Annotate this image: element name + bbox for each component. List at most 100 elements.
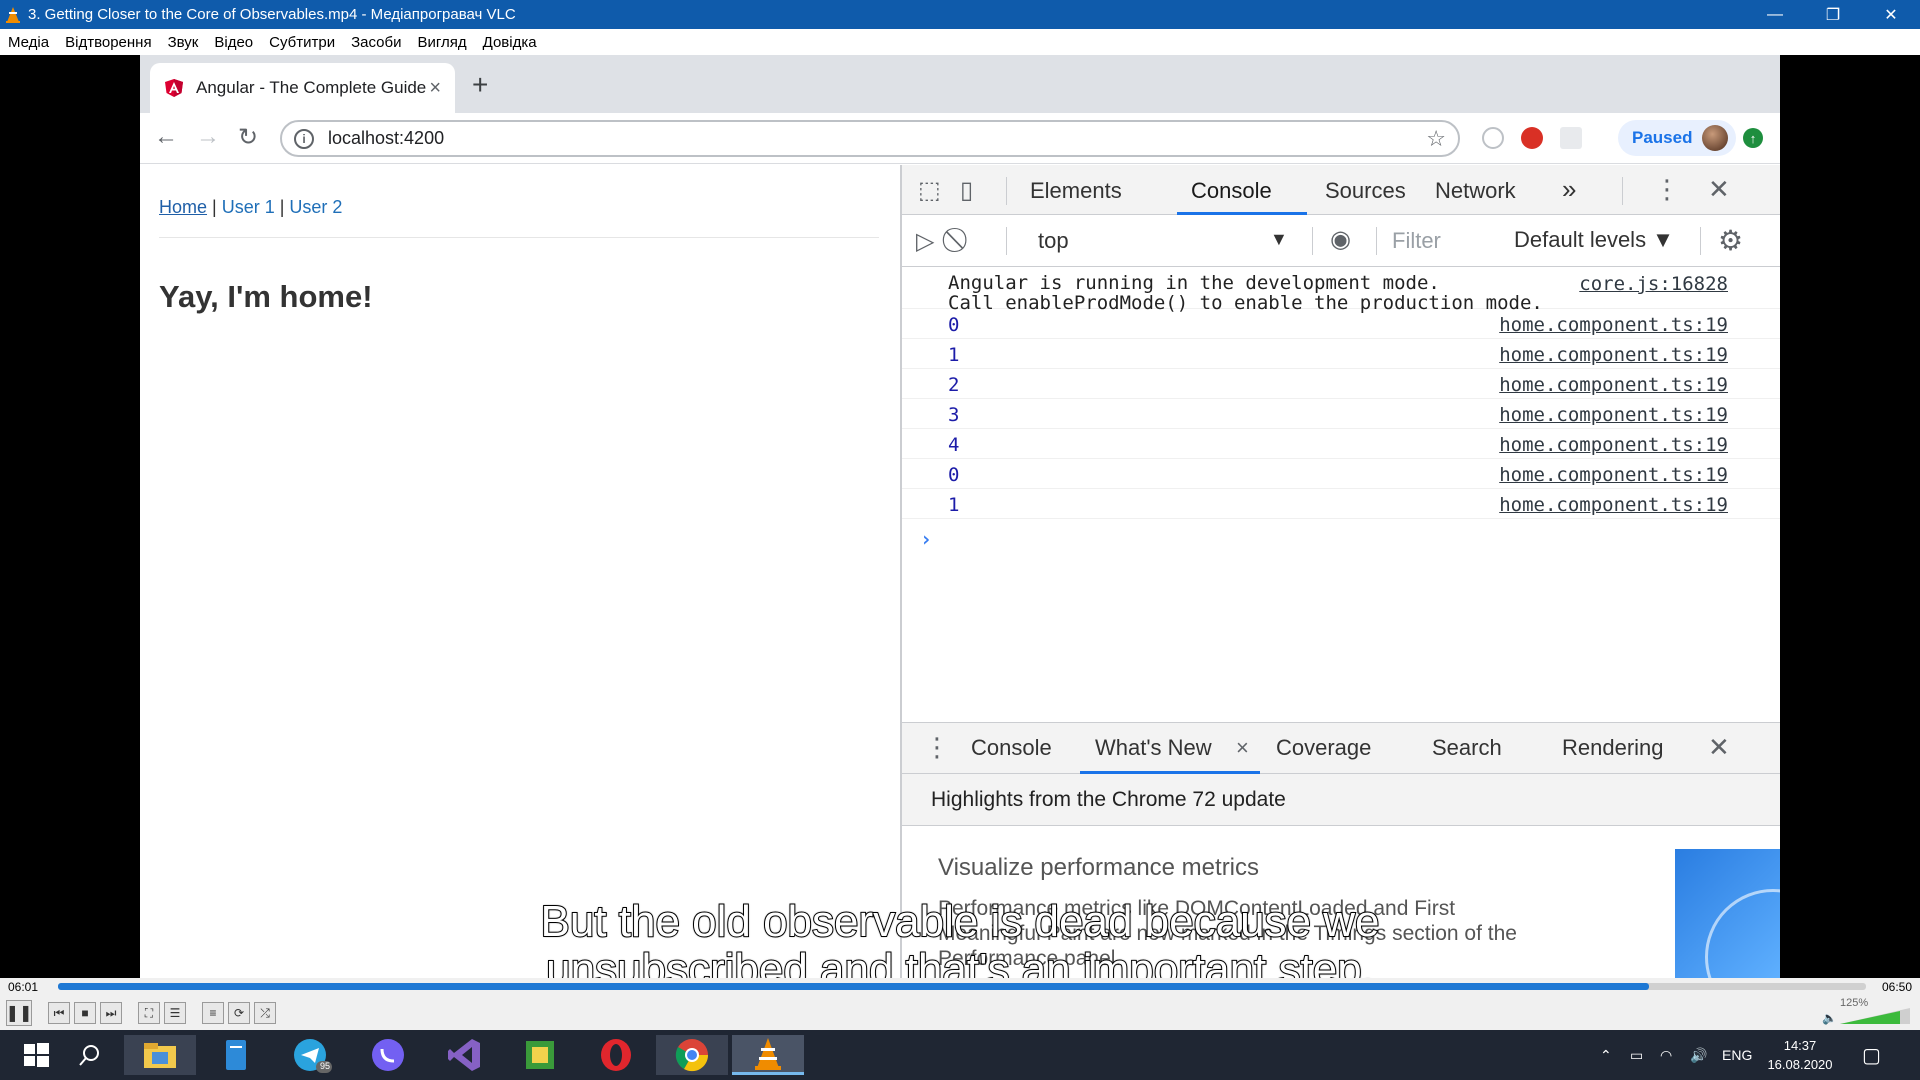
opera-icon[interactable]: [580, 1035, 652, 1075]
speaker-icon[interactable]: 🔊: [1690, 1030, 1707, 1080]
whats-new-item-title[interactable]: Visualize performance metrics: [938, 854, 1259, 882]
playlist-icon[interactable]: ≡: [202, 1002, 224, 1024]
viber-icon[interactable]: [352, 1035, 424, 1075]
close-devtools-icon[interactable]: ✕: [1708, 174, 1730, 205]
drawer-tab-whats-new[interactable]: What's New: [1095, 735, 1212, 761]
profile-paused-button[interactable]: Paused: [1618, 120, 1736, 156]
avatar: [1702, 125, 1729, 151]
console-settings-gear-icon[interactable]: ⚙: [1718, 224, 1743, 257]
console-source-link[interactable]: core.js:16828: [1579, 273, 1728, 295]
drawer-tab-search[interactable]: Search: [1432, 735, 1502, 761]
menu-tools[interactable]: Засоби: [351, 34, 401, 51]
console-output: Angular is running in the development mo…: [902, 267, 1780, 722]
vlc-taskbar-icon[interactable]: [732, 1035, 804, 1075]
network-wifi-icon[interactable]: ◠: [1660, 1030, 1672, 1080]
drawer-tab-coverage[interactable]: Coverage: [1276, 735, 1371, 761]
console-prompt-chevron-icon[interactable]: ›: [920, 527, 932, 551]
extension-icon[interactable]: [1482, 127, 1504, 149]
seek-bar[interactable]: [58, 983, 1866, 990]
back-arrow-icon[interactable]: ←: [154, 123, 178, 151]
console-filter-input[interactable]: Filter: [1384, 224, 1504, 258]
menu-video[interactable]: Відео: [214, 34, 253, 51]
restore-button[interactable]: ❐: [1804, 0, 1862, 29]
video-frame-browser: Angular - The Complete Guide × + ← → ↻ i…: [140, 55, 1780, 978]
forward-arrow-icon[interactable]: →: [196, 123, 220, 151]
visual-studio-icon[interactable]: [428, 1035, 500, 1075]
menu-subtitles[interactable]: Субтитри: [269, 34, 335, 51]
system-clock[interactable]: 14:37 16.08.2020: [1758, 1036, 1842, 1074]
drawer-menu-icon[interactable]: ⋮: [924, 732, 950, 763]
search-icon[interactable]: [54, 1035, 126, 1075]
chrome-icon[interactable]: [656, 1035, 728, 1075]
stop-icon[interactable]: ■: [74, 1002, 96, 1024]
tab-console[interactable]: Console: [1191, 178, 1272, 204]
menu-audio[interactable]: Звук: [168, 34, 199, 51]
drawer-tab-close-icon[interactable]: ×: [1236, 735, 1249, 761]
console-source-link[interactable]: home.component.ts:19: [1499, 314, 1728, 336]
console-source-link[interactable]: home.component.ts:19: [1499, 494, 1728, 516]
menu-view[interactable]: Вигляд: [417, 34, 466, 51]
update-arrow-icon[interactable]: ↑: [1743, 128, 1763, 148]
bookmark-star-icon[interactable]: ☆: [1426, 126, 1446, 152]
previous-icon[interactable]: ⏮: [48, 1002, 70, 1024]
language-indicator[interactable]: ENG: [1722, 1030, 1752, 1080]
console-source-link[interactable]: home.component.ts:19: [1499, 404, 1728, 426]
notes-app-icon[interactable]: [200, 1035, 272, 1075]
drawer-tab-console[interactable]: Console: [971, 735, 1052, 761]
nav-link-home[interactable]: Home: [159, 197, 207, 217]
nav-separator: |: [274, 197, 290, 217]
new-tab-button[interactable]: +: [472, 69, 488, 101]
context-selector[interactable]: top: [1038, 228, 1069, 254]
live-expression-eye-icon[interactable]: ◉: [1330, 225, 1351, 254]
browser-toolbar: ← → ↻ i localhost:4200 ☆ Paused ↑: [140, 113, 1780, 164]
video-area[interactable]: Angular - The Complete Guide × + ← → ↻ i…: [0, 55, 1920, 995]
minimize-button[interactable]: —: [1746, 0, 1804, 29]
context-dropdown-icon[interactable]: ▼: [1270, 229, 1288, 250]
console-source-link[interactable]: home.component.ts:19: [1499, 344, 1728, 366]
console-log-value: 1: [948, 494, 960, 516]
telegram-icon[interactable]: 95: [276, 1035, 348, 1075]
device-toolbar-icon[interactable]: ▯: [960, 176, 973, 205]
devtools-tab-bar: ⬚ ▯ Elements Console Sources Network » ⋮…: [902, 165, 1780, 215]
address-bar[interactable]: i localhost:4200 ☆: [280, 120, 1460, 157]
tab-sources[interactable]: Sources: [1325, 178, 1406, 204]
tab-elements[interactable]: Elements: [1030, 178, 1122, 204]
tab-close-icon[interactable]: ×: [429, 77, 441, 100]
battery-icon[interactable]: ▭: [1630, 1030, 1643, 1080]
pause-button[interactable]: ❚❚: [6, 1000, 32, 1026]
shuffle-icon[interactable]: ⤮: [254, 1002, 276, 1024]
drawer-tab-rendering[interactable]: Rendering: [1562, 735, 1664, 761]
console-source-link[interactable]: home.component.ts:19: [1499, 434, 1728, 456]
loop-icon[interactable]: ⟳: [228, 1002, 250, 1024]
inspect-element-icon[interactable]: ⬚: [918, 176, 941, 205]
kebab-menu-icon[interactable]: ⋮: [1654, 174, 1680, 205]
console-source-link[interactable]: home.component.ts:19: [1499, 464, 1728, 486]
tray-overflow-icon[interactable]: ⌃: [1600, 1030, 1612, 1080]
extension-grid-icon[interactable]: [1560, 127, 1582, 149]
log-levels-dropdown[interactable]: Default levels ▼: [1514, 227, 1674, 253]
menu-media[interactable]: Медіа: [8, 34, 49, 51]
reload-icon[interactable]: ↻: [238, 123, 258, 152]
tab-network[interactable]: Network: [1435, 178, 1516, 204]
close-drawer-icon[interactable]: ✕: [1708, 732, 1730, 763]
file-explorer-icon[interactable]: [124, 1035, 196, 1075]
next-icon[interactable]: ⏭: [100, 1002, 122, 1024]
close-window-button[interactable]: ✕: [1862, 0, 1920, 29]
site-info-icon[interactable]: i: [294, 128, 314, 149]
adblock-extension-icon[interactable]: [1521, 127, 1543, 149]
app-tool-icon[interactable]: [504, 1035, 576, 1075]
sidebar-toggle-icon[interactable]: ▷: [916, 227, 934, 256]
console-log-value: 4: [948, 434, 960, 456]
volume-slider[interactable]: 🔈: [1822, 1006, 1912, 1026]
notifications-icon[interactable]: ▢: [1862, 1030, 1881, 1080]
browser-tab[interactable]: Angular - The Complete Guide ×: [150, 63, 455, 113]
menu-help[interactable]: Довідка: [483, 34, 537, 51]
more-tabs-icon[interactable]: »: [1562, 174, 1576, 205]
nav-link-user2[interactable]: User 2: [289, 197, 342, 217]
devtools-panel: ⬚ ▯ Elements Console Sources Network » ⋮…: [900, 165, 1780, 978]
extended-settings-icon[interactable]: ☰: [164, 1002, 186, 1024]
console-source-link[interactable]: home.component.ts:19: [1499, 374, 1728, 396]
fullscreen-icon[interactable]: ⛶: [138, 1002, 160, 1024]
nav-link-user1[interactable]: User 1: [222, 197, 275, 217]
menu-playback[interactable]: Відтворення: [65, 34, 151, 51]
